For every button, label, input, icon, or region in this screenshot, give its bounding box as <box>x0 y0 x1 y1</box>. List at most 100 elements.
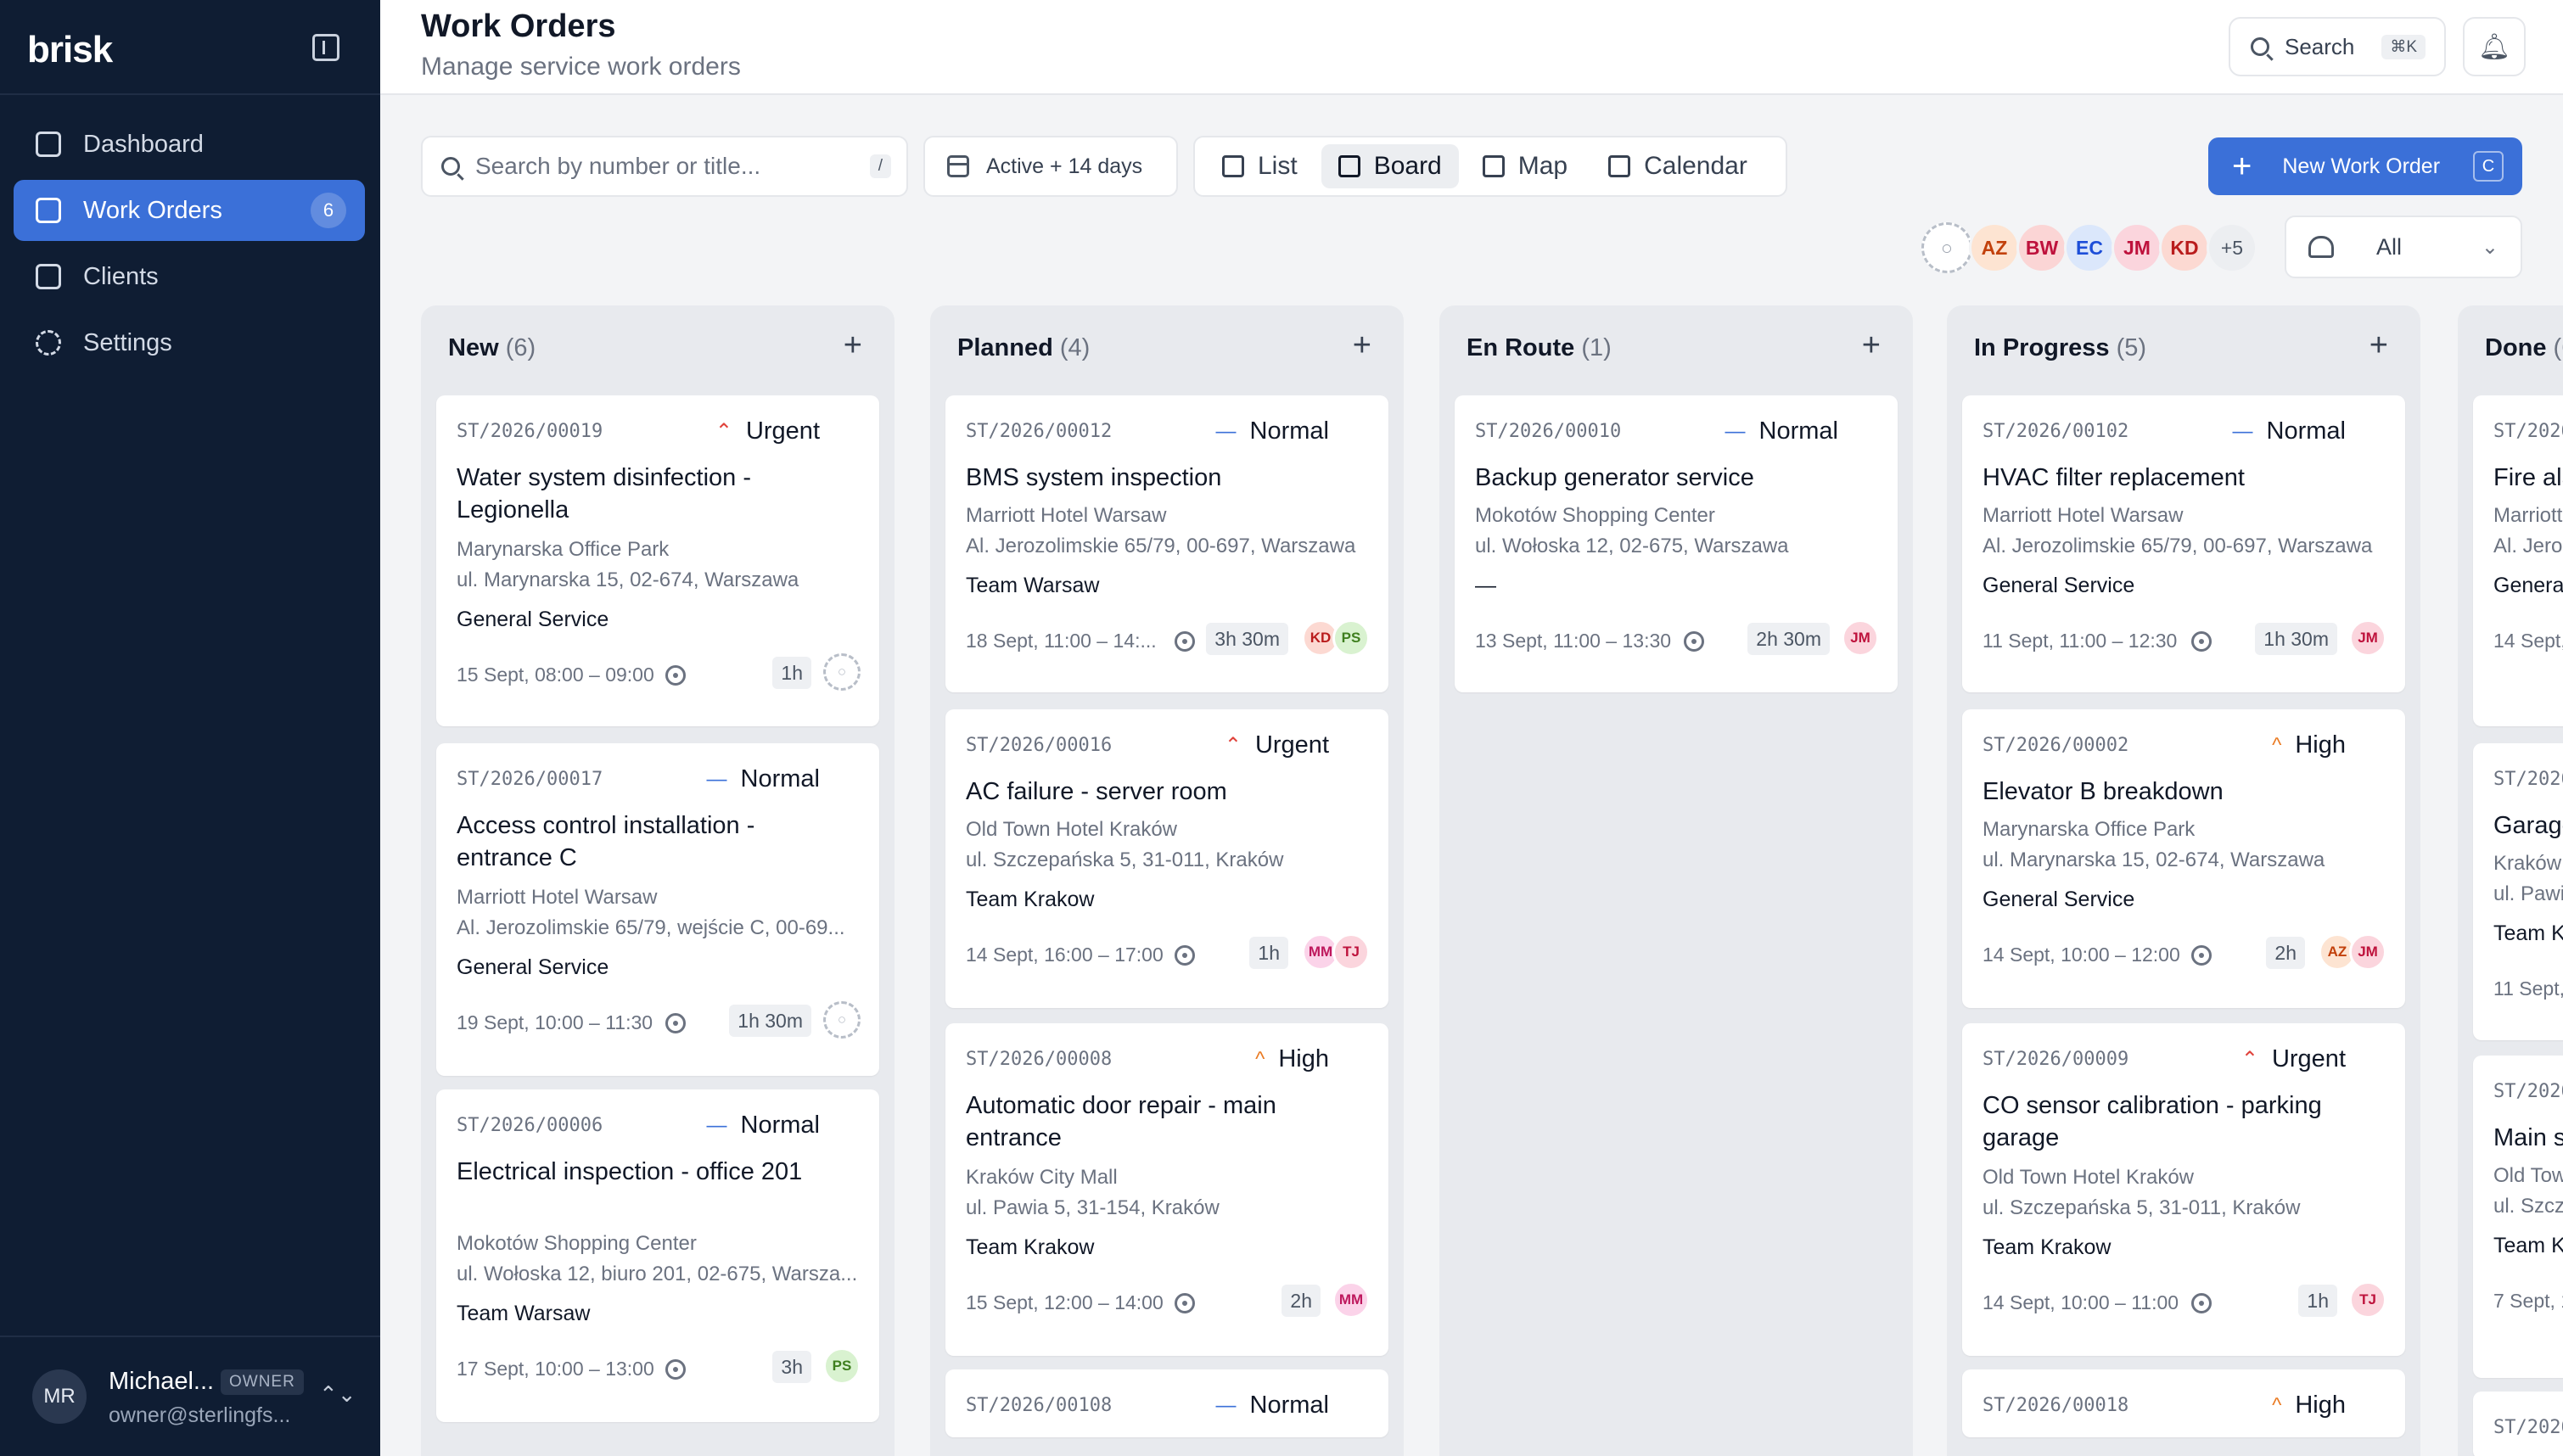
avatar[interactable]: JM <box>2349 619 2386 657</box>
team-name: Team Warsaw <box>966 574 1100 597</box>
work-order-card[interactable]: ST/2026/00010 — Normal Backup generator ser… <box>1455 395 1898 692</box>
schedule-time: 19 Sept, 10:00 – 11:30 <box>457 1011 653 1033</box>
team-name: General Service <box>457 608 609 631</box>
search-icon <box>441 157 460 176</box>
notifications-button[interactable]: 🔔︎ <box>2463 17 2526 76</box>
unassigned-avatar-icon[interactable]: ○ <box>823 653 861 691</box>
assignee-avatar[interactable]: BW <box>2016 222 2067 273</box>
add-card-button[interactable]: + <box>2370 328 2388 364</box>
schedule-time: 13 Sept, 11:00 – 13:30 <box>1475 630 1672 652</box>
date-range-filter[interactable]: Active + 14 days <box>923 136 1178 197</box>
column-title: In Progress (5) <box>1974 334 2146 362</box>
work-order-card[interactable]: ST/2026/00006 — Normal Electrical inspectio… <box>436 1089 879 1422</box>
priority-normal-icon: — <box>2232 419 2253 443</box>
collapse-sidebar-icon[interactable] <box>312 34 339 61</box>
priority-normal-icon: — <box>706 1113 727 1137</box>
site-name: Old Town Hotel Kraków <box>966 818 1177 841</box>
work-order-card[interactable]: ST/2026/00002 ^ High Elevator B breakdown Ma… <box>1962 709 2405 1008</box>
shortcut-kbd: C <box>2473 151 2504 182</box>
site-name: Marriott <box>2493 504 2563 527</box>
date-range-label: Active + 14 days <box>986 154 1143 178</box>
assignee-avatar[interactable]: JM <box>2112 222 2162 273</box>
duration-badge: 3h <box>772 1351 811 1383</box>
role-badge: OWNER <box>221 1369 304 1395</box>
priority-label: Normal <box>2266 417 2346 445</box>
work-order-card[interactable]: ST/2026/00018 ^ High <box>1962 1369 2405 1437</box>
team-filter-select[interactable]: All ⌄ <box>2285 216 2522 278</box>
priority-badge: ^ High <box>2272 731 2346 759</box>
work-order-card[interactable]: ST/2026 Fire ala detect Marriott Al. Jeroz G… <box>2473 395 2563 726</box>
work-order-card[interactable]: ST/2026 Main s Old Tow ul. Szcze Team Kr 7 Se… <box>2473 1056 2563 1378</box>
schedule-time: 14 Sept, 1 <box>2493 630 2563 652</box>
new-work-order-button[interactable]: + New Work Order C <box>2208 137 2522 195</box>
work-order-card[interactable]: ST/2026/00017 — Normal Access control insta… <box>436 743 879 1076</box>
column-count: (5) <box>2109 334 2147 361</box>
tab-list[interactable]: List <box>1205 144 1315 188</box>
priority-label: High <box>2295 731 2346 759</box>
duration-badge: 2h <box>1282 1285 1321 1317</box>
avatar[interactable]: TJ <box>2349 1281 2386 1319</box>
site-address: ul. Szczepańska 5, 31-011, Kraków <box>966 848 1284 871</box>
work-order-title: CO sensor calibration - parking garage <box>1983 1092 2322 1151</box>
work-order-card[interactable]: ST/2026 <box>2473 1392 2563 1456</box>
work-order-number: ST/2026/00102 <box>1983 421 2129 442</box>
tab-map[interactable]: Map <box>1466 144 1584 188</box>
more-assignees-button[interactable]: +5 <box>2207 222 2257 273</box>
avatar[interactable]: PS <box>823 1347 861 1385</box>
work-order-title: AC failure - server room <box>966 778 1227 805</box>
user-menu[interactable]: MR Michael... OWNER owner@sterlingfs... … <box>32 1361 356 1434</box>
assignee-avatar[interactable]: AZ <box>1969 222 2020 273</box>
work-order-card[interactable]: ST/2026/00102 — Normal HVAC filter replacem… <box>1962 395 2405 692</box>
work-order-card[interactable]: ST/2026/00008 ^ High Automatic door repair … <box>945 1023 1388 1356</box>
site-address: ul. Pawia 5, 31-154, Kraków <box>966 1196 1220 1219</box>
work-order-search-input[interactable]: Search by number or title... / <box>421 136 908 197</box>
duration-badge: 1h <box>1249 937 1288 969</box>
priority-high-icon: ^ <box>2272 1393 2282 1417</box>
sidebar-item-work-orders[interactable]: Work Orders 6 <box>14 180 365 241</box>
column-name: Done <box>2485 334 2547 361</box>
avatar[interactable]: JM <box>1842 619 1879 657</box>
avatar[interactable]: TJ <box>1332 933 1370 971</box>
global-search-button[interactable]: Search ⌘K <box>2229 17 2446 76</box>
avatar[interactable]: PS <box>1332 619 1370 657</box>
schedule-time: 15 Sept, 12:00 – 14:00 <box>966 1291 1164 1313</box>
unassigned-avatar-icon[interactable]: ○ <box>823 1001 861 1039</box>
work-order-card[interactable]: ST/2026/00108 — Normal <box>945 1369 1388 1437</box>
sidebar-item-dashboard[interactable]: Dashboard <box>14 114 365 175</box>
work-order-card[interactable]: ST/2026/00009 ⌃ Urgent CO sensor calibratio… <box>1962 1023 2405 1356</box>
list-icon <box>1222 155 1244 177</box>
brand-logo[interactable]: brisk <box>27 29 113 71</box>
assignee-avatar[interactable]: EC <box>2064 222 2115 273</box>
site-address: Al. Jerozolimskie 65/79, 00-697, Warszaw… <box>966 535 1356 557</box>
work-order-card[interactable]: ST/2026/00012 — Normal BMS system inspectio… <box>945 395 1388 692</box>
assignee-avatar[interactable]: KD <box>2159 222 2210 273</box>
team-name: General Service <box>1983 574 2135 597</box>
add-card-button[interactable]: + <box>844 328 862 364</box>
unassigned-avatar-icon[interactable]: ○ <box>1921 222 1972 273</box>
tab-calendar[interactable]: Calendar <box>1591 144 1764 188</box>
priority-badge: ⌃ Urgent <box>715 417 820 445</box>
chevron-updown-icon[interactable]: ⌃⌄ <box>319 1381 356 1408</box>
work-order-title: Automatic door repair - main entrance <box>966 1092 1276 1151</box>
add-card-button[interactable]: + <box>1353 328 1371 364</box>
target-icon <box>665 1359 686 1380</box>
gear-icon <box>36 330 61 356</box>
add-card-button[interactable]: + <box>1862 328 1881 364</box>
work-order-card[interactable]: ST/2026 Garage Kraków ul. Pawia Team Kr 11 Se… <box>2473 743 2563 1040</box>
site-name: Kraków City Mall <box>966 1166 1118 1189</box>
avatar[interactable]: MM <box>1332 1281 1370 1319</box>
work-order-card[interactable]: ST/2026/00019 ⌃ Urgent Water system disinfe… <box>436 395 879 726</box>
avatar[interactable]: JM <box>2349 933 2386 971</box>
target-icon <box>1175 1293 1195 1313</box>
work-order-card[interactable]: ST/2026/00016 ⌃ Urgent AC failure - server … <box>945 709 1388 1008</box>
sidebar-item-clients[interactable]: Clients <box>14 246 365 307</box>
site-name: Mokotów Shopping Center <box>457 1232 697 1255</box>
sidebar-item-settings[interactable]: Settings <box>14 312 365 373</box>
duration-badge: 2h <box>2266 937 2305 969</box>
site-address: ul. Marynarska 15, 02-674, Warszawa <box>1983 848 2325 871</box>
tab-label: Calendar <box>1644 152 1747 180</box>
work-order-title: BMS system inspection <box>966 464 1222 491</box>
tab-board[interactable]: Board <box>1321 144 1459 188</box>
site-address: ul. Szcze <box>2493 1195 2563 1218</box>
work-order-number: ST/2026/00018 <box>1983 1395 2129 1416</box>
